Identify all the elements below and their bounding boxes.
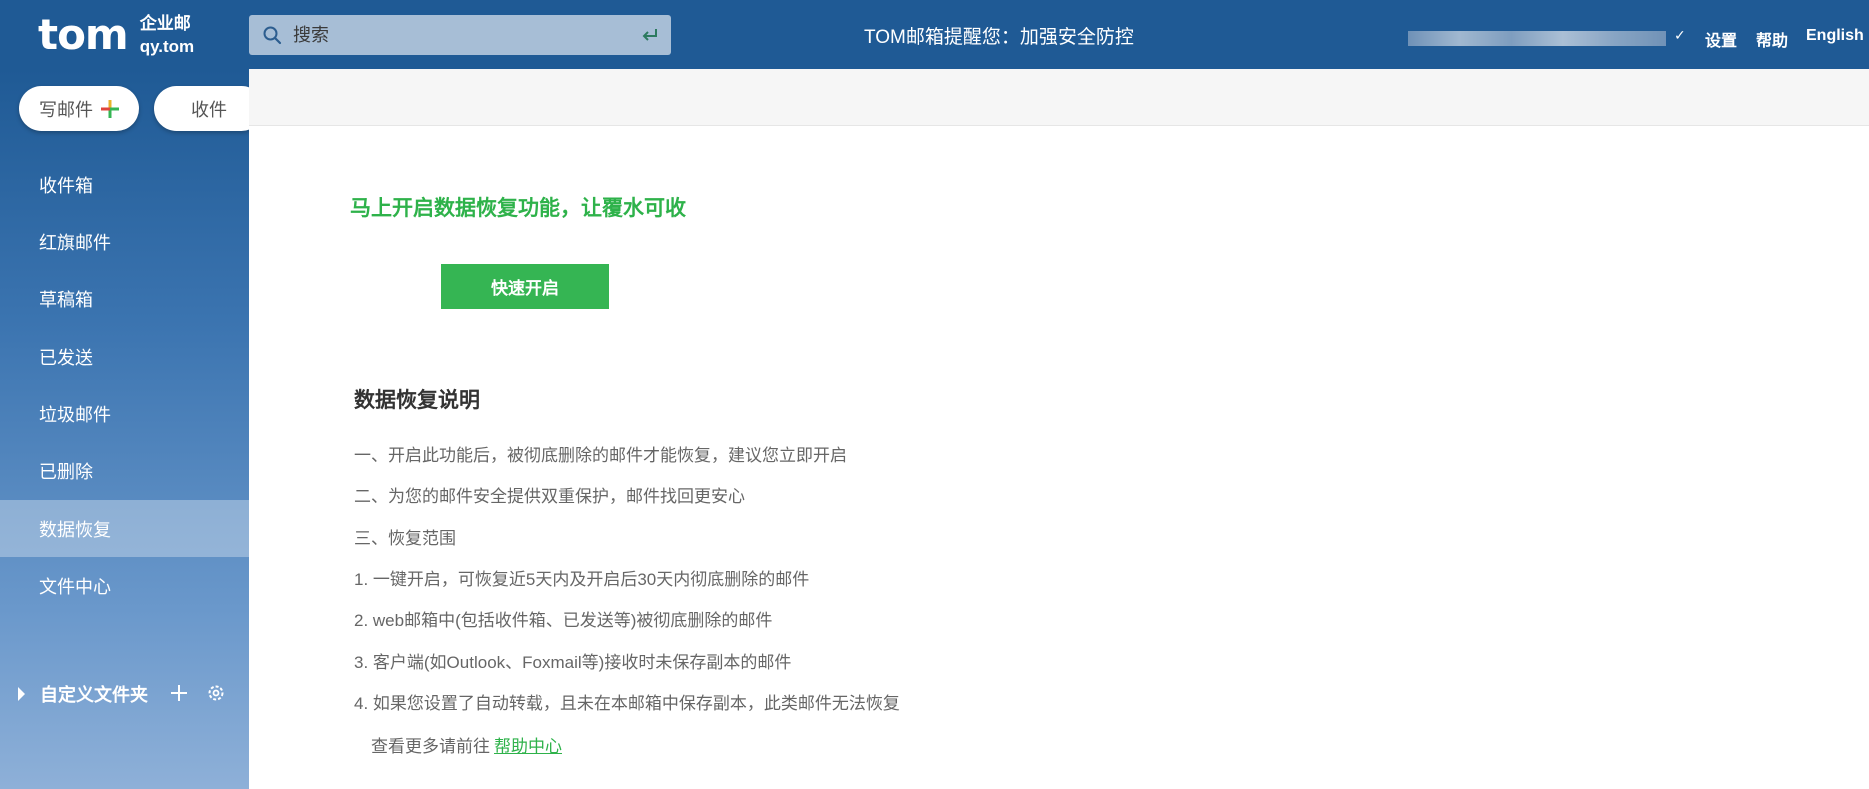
logo[interactable]: tom 企业邮 qy.tom [38,10,194,60]
receive-button[interactable]: 收件 [154,86,264,131]
help-center-link[interactable]: 帮助中心 [494,737,562,756]
plus-icon [101,99,119,118]
logo-sub: 企业邮 qy.tom [140,12,194,58]
description-title: 数据恢复说明 [354,389,480,412]
sidebar-item-spam[interactable]: 垃圾邮件 [0,385,249,442]
sidebar-item-data-recovery[interactable]: 数据恢复 [0,500,249,557]
custom-folder-label: 自定义文件夹 [40,685,148,705]
description-line: 3. 客户端(如Outlook、Foxmail等)接收时未保存副本的邮件 [354,653,792,672]
description-line: 2. web邮箱中(包括收件箱、已发送等)被彻底删除的邮件 [354,611,773,630]
settings-link[interactable]: 设置 [1705,27,1737,51]
logo-sub-line1: 企业邮 [139,14,191,33]
description-line: 一、开启此功能后，被彻底删除的邮件才能恢复，建议您立即开启 [354,446,847,465]
sidebar-item-inbox[interactable]: 收件箱 [0,156,249,213]
enter-icon[interactable] [641,26,659,44]
sub-toolbar [249,69,1869,126]
sidebar-item-label: 收件箱 [39,175,93,196]
english-link[interactable]: English [1806,27,1864,45]
caret-right-icon[interactable] [18,687,25,701]
help-prefix: 查看更多请前往 [371,737,490,756]
search-icon[interactable] [262,25,282,45]
security-notice: TOM邮箱提醒您：加强安全防控 [864,27,1134,48]
account-dropdown-check[interactable]: ✓ [1674,27,1686,44]
sidebar-item-label: 红旗邮件 [39,232,111,253]
help-line: 查看更多请前往 帮助中心 [371,732,562,757]
sidebar-item-label: 文件中心 [39,576,111,597]
sidebar-item-deleted[interactable]: 已删除 [0,442,249,499]
sidebar-item-label: 草稿箱 [39,289,93,310]
add-folder-icon[interactable] [169,683,189,703]
compose-label: 写邮件 [39,99,93,120]
sidebar-item-flagged[interactable]: 红旗邮件 [0,213,249,270]
sidebar-item-label: 已删除 [39,461,93,482]
sidebar: 写邮件 收件 收件箱 红旗邮件 草稿箱 已发送 垃圾邮件 已删除 数据恢复 文件… [0,69,264,789]
description-line: 4. 如果您设置了自动转载，且未在本邮箱中保存副本，此类邮件无法恢复 [354,694,900,713]
logo-tom: tom [38,10,129,59]
sidebar-item-file-center[interactable]: 文件中心 [0,557,249,614]
account-name[interactable] [1408,31,1666,46]
quick-enable-button[interactable]: 快速开启 [441,264,609,309]
search-box [249,15,671,55]
sidebar-item-label: 已发送 [39,347,93,368]
search-input[interactable] [293,15,623,55]
main-content: 马上开启数据恢复功能，让覆水可收 快速开启 数据恢复说明 一、开启此功能后，被彻… [249,126,1869,789]
custom-folder-section[interactable]: 自定义文件夹 [0,673,249,713]
recovery-headline: 马上开启数据恢复功能，让覆水可收 [350,197,686,220]
logo-sub-line2: qy.tom [139,37,195,56]
sidebar-item-label: 数据恢复 [39,519,111,540]
sidebar-item-drafts[interactable]: 草稿箱 [0,270,249,327]
compose-button[interactable]: 写邮件 [19,86,139,131]
description-line: 1. 一键开启，可恢复近5天内及开启后30天内彻底删除的邮件 [354,570,810,589]
top-bar: tom 企业邮 qy.tom TOM邮箱提醒您：加强安全防控 ✓ 设置 帮助 E… [0,0,1869,69]
sidebar-item-label: 垃圾邮件 [39,404,111,425]
receive-label: 收件 [191,99,227,120]
description-line: 二、为您的邮件安全提供双重保护，邮件找回更安心 [354,487,745,506]
sidebar-item-sent[interactable]: 已发送 [0,328,249,385]
gear-icon[interactable] [206,683,226,703]
description-line: 三、恢复范围 [354,529,456,548]
help-link[interactable]: 帮助 [1756,27,1788,51]
